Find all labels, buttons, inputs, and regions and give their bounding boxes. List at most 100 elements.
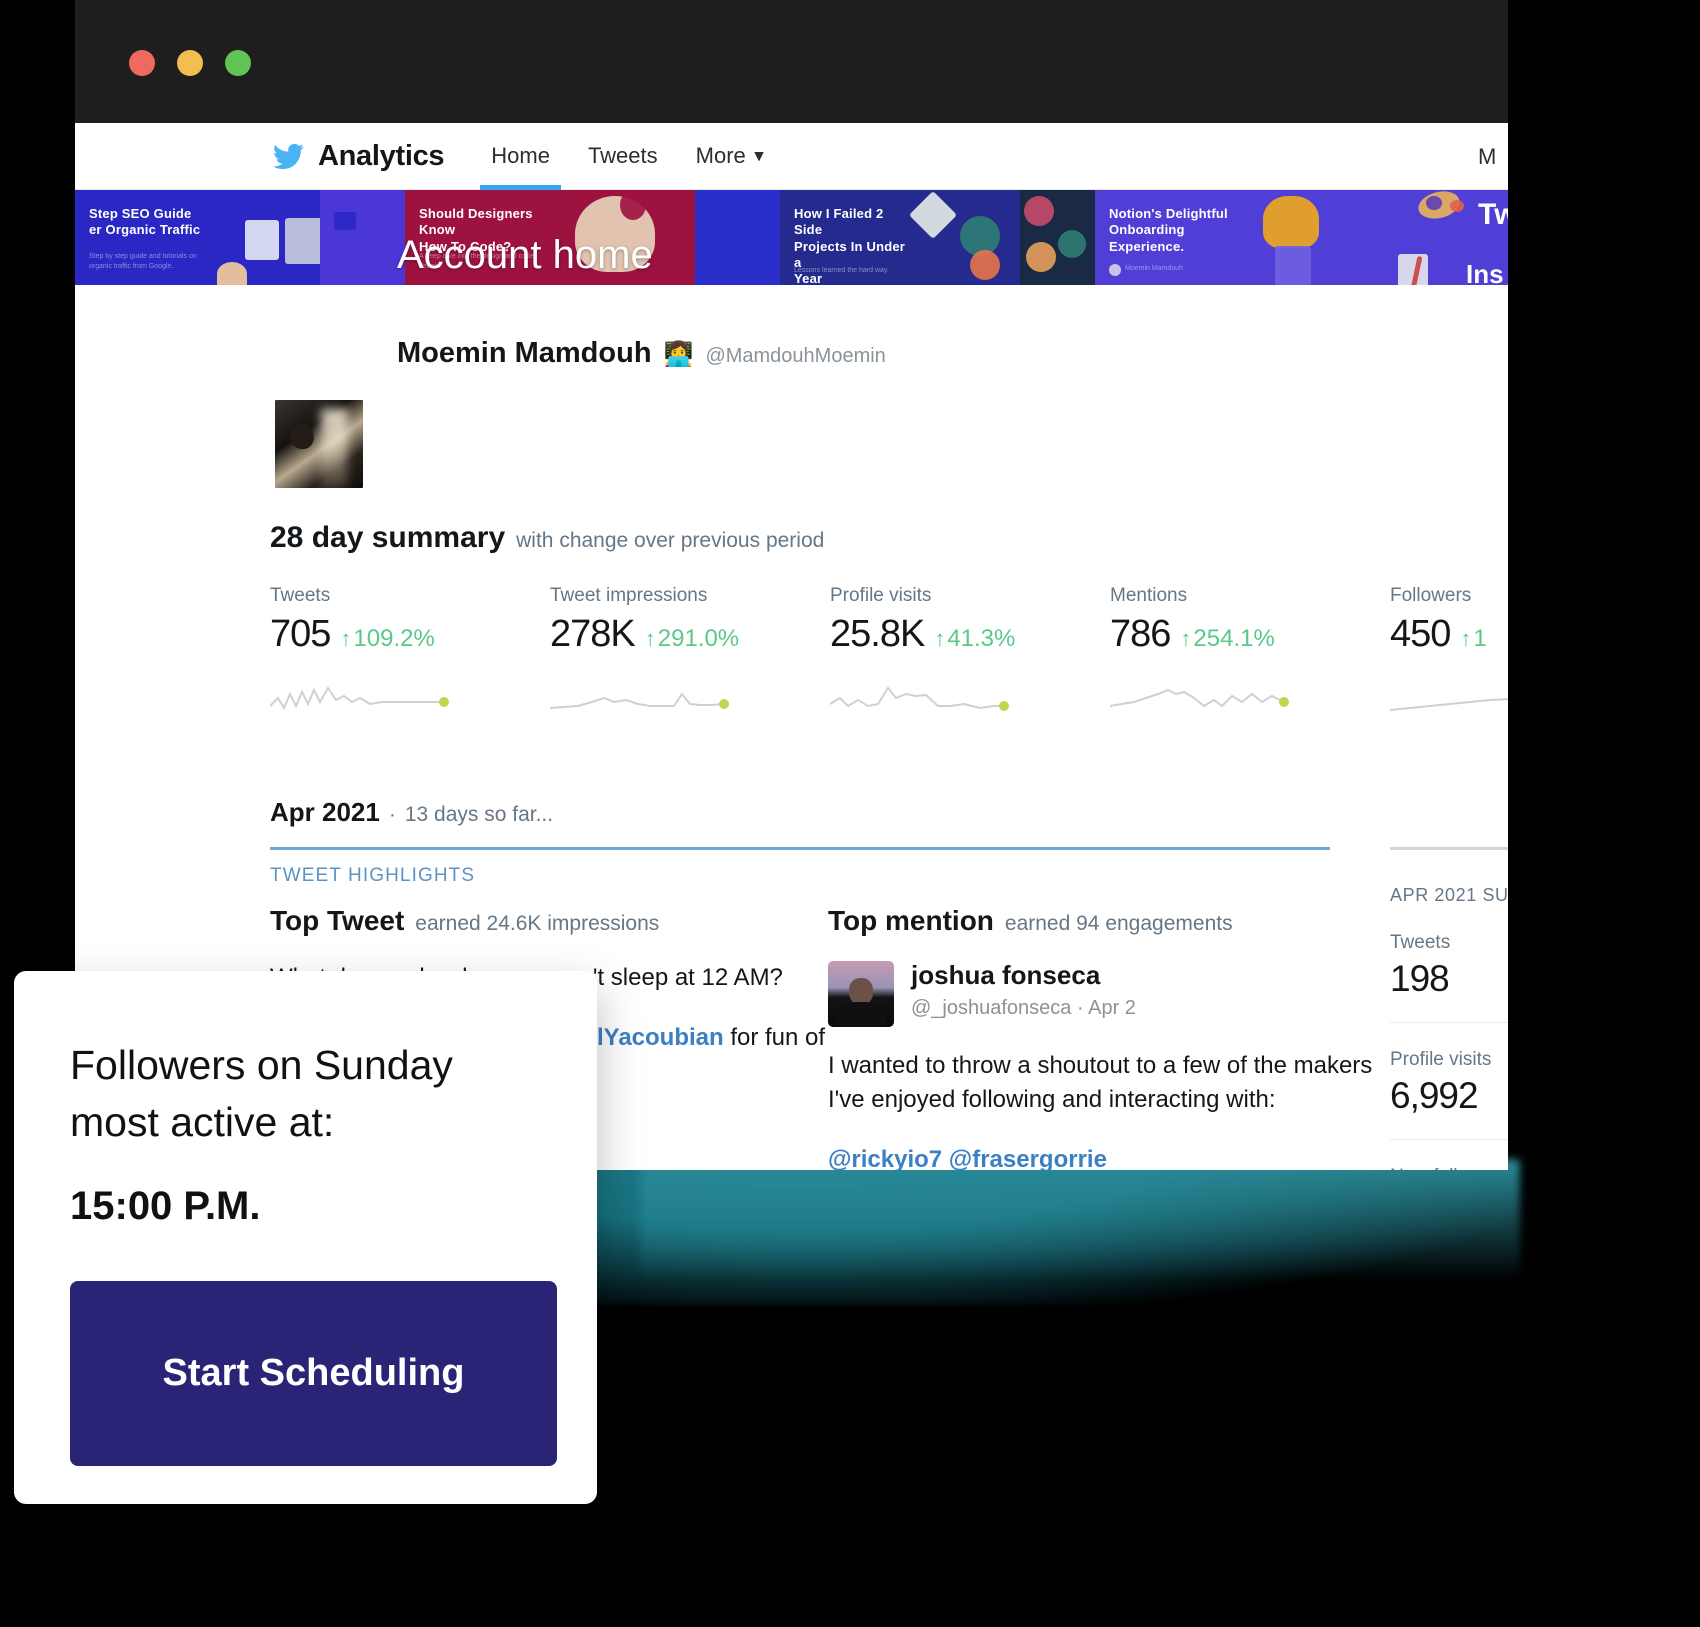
close-window-icon[interactable] xyxy=(129,50,155,76)
stat-mentions-delta: ↑ 254.1% xyxy=(1180,625,1275,652)
top-tweet-sub: earned 24.6K impressions xyxy=(415,912,660,935)
stat-tweet-impressions-value: 278K xyxy=(550,613,636,655)
summary-heading: 28 day summary xyxy=(270,521,506,554)
nav-link-home[interactable]: Home xyxy=(472,123,569,190)
mention-user[interactable]: joshua fonseca @_joshuafonseca · Apr 2 xyxy=(828,961,1388,1027)
stat-tweet-impressions-delta: ↑ 291.0% xyxy=(644,625,740,652)
brand: Analytics xyxy=(270,139,445,173)
arrow-up-icon: ↑ xyxy=(1460,626,1472,651)
nav-right-truncated[interactable]: M xyxy=(1478,123,1508,190)
sidebar-title: APR 2021 SUM xyxy=(1390,885,1508,905)
stat-followers-label: Followers xyxy=(1390,585,1472,606)
stat-followers-delta: ↑ 1 xyxy=(1460,625,1487,652)
mention-handle-line: @_joshuafonseca · Apr 2 xyxy=(911,996,1136,1019)
banner-tile-4 xyxy=(695,190,780,285)
month-label: Apr 2021 xyxy=(270,797,380,827)
mention-body-text: I wanted to throw a shoutout to a few of… xyxy=(828,1052,1373,1114)
banner-tile-1: Step SEO Guide er Organic Traffic Step b… xyxy=(75,190,320,285)
analytics-navbar: Analytics Home Tweets More ▾ M xyxy=(75,123,1508,190)
mention-avatar[interactable] xyxy=(828,961,894,1027)
promo-time: 15:00 P.M. xyxy=(70,1184,261,1229)
summary-subheading: with change over previous period xyxy=(516,529,825,552)
nav-links: Home Tweets More ▾ xyxy=(472,123,782,190)
month-note: 13 days so far... xyxy=(404,803,554,826)
sidebar-item-tweets-label: Tweets xyxy=(1390,932,1451,953)
arrow-up-icon: ↑ xyxy=(644,626,656,651)
top-mention-heading: Top mention xyxy=(828,905,994,936)
banner-tile-7-title: Notion's Delightful Onboarding Experienc… xyxy=(1109,206,1228,254)
highlights-section-label: TWEET HIGHLIGHTS xyxy=(270,865,476,886)
nav-link-tweets[interactable]: Tweets xyxy=(569,123,677,190)
chevron-down-icon: ▾ xyxy=(754,146,764,165)
stat-tweet-impressions: Tweet impressions 278K ↑ 291.0% xyxy=(549,585,830,721)
summary-stats: Tweets 705 ↑ 109.2% Tweet impressions 278… xyxy=(269,585,1508,721)
stat-mentions-label: Mentions xyxy=(1110,585,1188,606)
nav-link-home-label: Home xyxy=(491,143,550,168)
stat-tweets-label: Tweets xyxy=(270,585,331,606)
banner-tile-8: Tw Ins xyxy=(1340,190,1508,285)
banner-tile-6 xyxy=(1020,190,1095,285)
banner-tile-7: Notion's Delightful Onboarding Experienc… xyxy=(1095,190,1340,285)
sidebar-item-tweets: Tweets 198 xyxy=(1390,906,1508,1023)
nav-link-more-label: More xyxy=(695,143,746,168)
sidebar-item-new-followers-label: New followers xyxy=(1390,1166,1508,1170)
window-glow-teal-core xyxy=(640,1160,1520,1280)
maximize-window-icon[interactable] xyxy=(225,50,251,76)
mention-handle-row-1[interactable]: @rickyio7 @frasergorrie xyxy=(828,1146,1107,1170)
nav-link-tweets-label: Tweets xyxy=(587,143,658,168)
stat-followers-value: 450 xyxy=(1390,613,1451,655)
brand-title: Analytics xyxy=(318,139,445,172)
sidebar-item-tweets-value: 198 xyxy=(1390,958,1450,999)
mention-body: I wanted to throw a shoutout to a few of… xyxy=(828,1049,1388,1170)
stat-profile-visits-delta: ↑ 41.3% xyxy=(934,625,1016,652)
traffic-lights xyxy=(129,50,251,76)
arrow-up-icon: ↑ xyxy=(340,626,352,651)
mention-handles-list: @rickyio7 @frasergorrie @MamdouhMoemin @… xyxy=(828,1143,1388,1170)
stat-tweets-delta: ↑ 109.2% xyxy=(340,625,435,652)
sidebar-item-new-followers: New followers 57 xyxy=(1390,1140,1508,1170)
promo-headline: Followers on Sunday most active at: xyxy=(70,1042,453,1145)
profile-name: Moemin Mamdouh xyxy=(397,337,652,369)
stat-profile-visits: Profile visits 25.8K ↑ 41.3% xyxy=(829,585,1110,721)
window-titlebar xyxy=(75,0,1508,123)
stat-mentions-value: 786 xyxy=(1110,613,1171,655)
stat-tweets: Tweets 705 ↑ 109.2% xyxy=(269,585,550,721)
nav-link-more[interactable]: More ▾ xyxy=(677,123,783,190)
top-mention-card: Top mention earned 94 engagements joshua… xyxy=(828,905,1388,1170)
banner-tile-8-title: Tw xyxy=(1478,198,1508,231)
stat-tweet-impressions-label: Tweet impressions xyxy=(550,585,708,606)
sparkline-tweets xyxy=(269,686,449,711)
arrow-up-icon: ↑ xyxy=(1180,626,1192,651)
minimize-window-icon[interactable] xyxy=(177,50,203,76)
month-row: Apr 2021 · 13 days so far... xyxy=(270,797,553,828)
banner-tile-5-sub: Lessons learned the hard way. xyxy=(794,267,889,274)
start-scheduling-button[interactable]: Start Scheduling xyxy=(70,1281,557,1467)
top-mention-sub: earned 94 engagements xyxy=(1004,912,1233,935)
sidebar-item-profile-visits-label: Profile visits xyxy=(1390,1049,1492,1070)
sparkline-mentions xyxy=(1109,688,1289,708)
arrow-up-icon: ↑ xyxy=(934,626,946,651)
profile-handle: @MamdouhMoemin xyxy=(705,345,886,367)
profile-identity: Moemin Mamdouh 👩‍💻 @MamdouhMoemin xyxy=(397,337,886,370)
sparkline-followers xyxy=(1389,698,1508,711)
twitter-bird-icon xyxy=(273,143,304,169)
banner-tile-5: How I Failed 2 Side Projects In Under a … xyxy=(780,190,1020,285)
sidebar-rule xyxy=(1390,847,1508,850)
summary-title: 28 day summary with change over previous… xyxy=(270,521,824,555)
stat-mentions: Mentions 786 ↑ 254.1% xyxy=(1109,585,1390,721)
sparkline-profile-visits xyxy=(829,686,1009,711)
profile-emoji-icon: 👩‍💻 xyxy=(663,341,694,368)
top-tweet-heading: Top Tweet xyxy=(270,905,405,936)
mention-name: joshua fonseca xyxy=(911,960,1101,990)
stat-profile-visits-value: 25.8K xyxy=(830,613,925,655)
banner-tile-8-sub: Ins xyxy=(1466,259,1504,285)
stat-tweets-value: 705 xyxy=(270,613,331,655)
promo-card: Followers on Sunday most active at: 15:0… xyxy=(14,971,597,1504)
banner-tile-2 xyxy=(320,190,405,285)
sparkline-impressions xyxy=(549,692,729,709)
avatar[interactable] xyxy=(270,395,368,493)
sidebar-item-profile-visits-value: 6,992 xyxy=(1390,1075,1479,1116)
month-separator: · xyxy=(388,803,396,826)
banner-tile-7-sub: Moemin Mamdouh xyxy=(1125,265,1183,272)
page-title: Account home xyxy=(397,233,653,277)
